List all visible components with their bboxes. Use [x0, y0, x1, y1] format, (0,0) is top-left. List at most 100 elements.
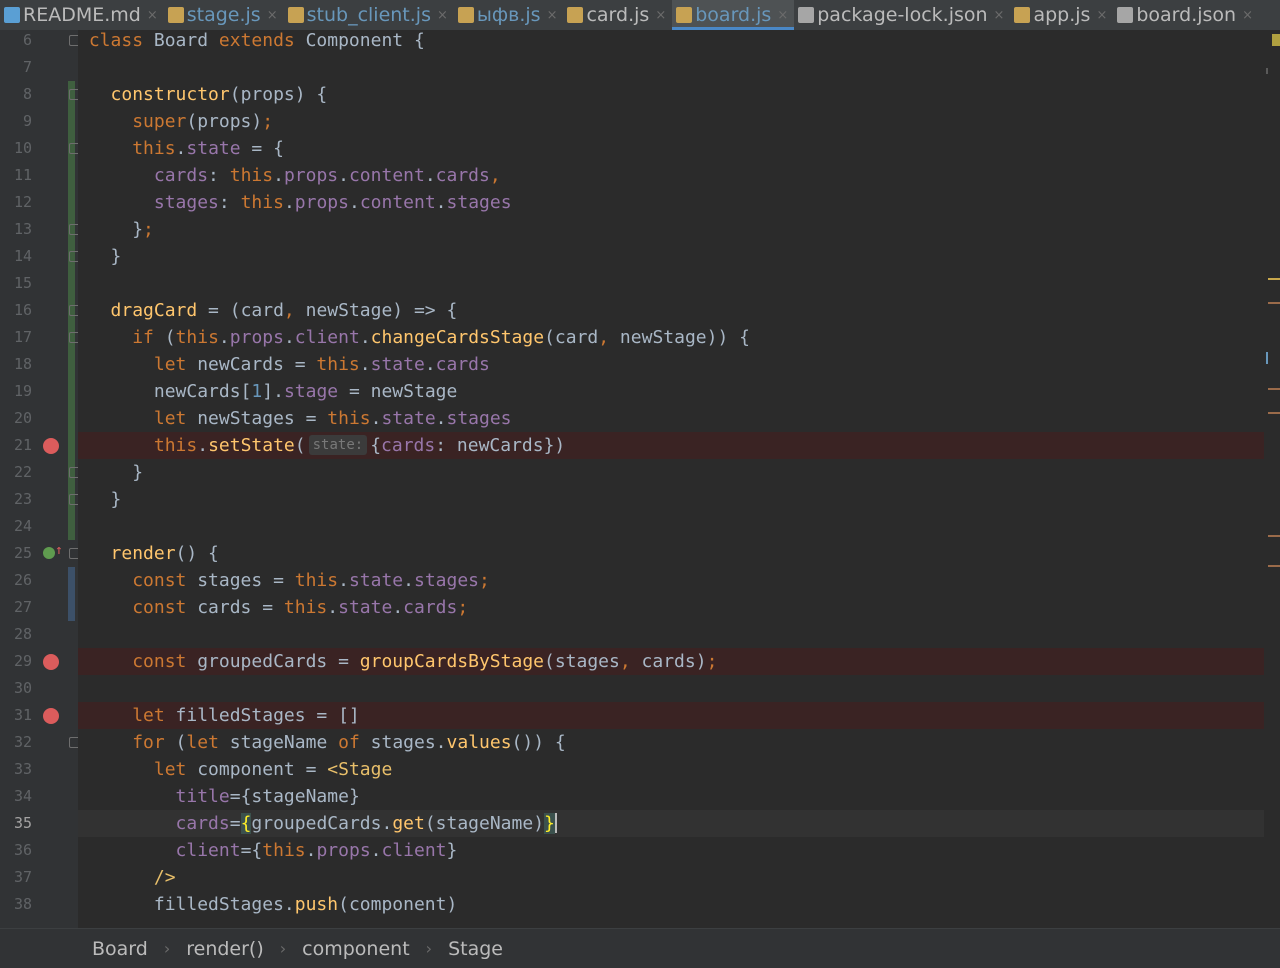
- close-icon[interactable]: ×: [1096, 8, 1107, 23]
- close-icon[interactable]: ×: [147, 8, 158, 23]
- marker[interactable]: [1268, 412, 1280, 414]
- code-line[interactable]: const stages = this.state.stages;: [78, 567, 1264, 594]
- tab-board-js[interactable]: board.js ×: [672, 0, 795, 30]
- tab-package-lock-json[interactable]: package-lock.json ×: [794, 0, 1010, 30]
- line-number[interactable]: 7: [0, 54, 32, 81]
- line-number[interactable]: 34: [0, 783, 32, 810]
- line-number[interactable]: 24: [0, 513, 32, 540]
- line-number[interactable]: 21: [0, 432, 32, 459]
- breadcrumb-class[interactable]: Board: [92, 938, 148, 960]
- marker[interactable]: [1272, 34, 1280, 46]
- code-line[interactable]: newCards[1].stage = newStage: [78, 378, 1264, 405]
- code-line[interactable]: const cards = this.state.cards;: [78, 594, 1264, 621]
- code-line[interactable]: }: [78, 459, 1264, 486]
- code-line[interactable]: cards: this.props.content.cards,: [78, 162, 1264, 189]
- close-icon[interactable]: ×: [267, 8, 278, 23]
- fold-icon[interactable]: [69, 737, 78, 748]
- line-number[interactable]: 13: [0, 216, 32, 243]
- code-line[interactable]: let component = <Stage: [78, 756, 1264, 783]
- code-line[interactable]: [78, 270, 1264, 297]
- marker[interactable]: [1268, 302, 1280, 304]
- code-line[interactable]: if (this.props.client.changeCardsStage(c…: [78, 324, 1264, 351]
- line-number[interactable]: 11: [0, 162, 32, 189]
- tab-app-js[interactable]: app.js ×: [1010, 0, 1113, 30]
- fold-icon[interactable]: [69, 494, 78, 505]
- line-number[interactable]: 18: [0, 351, 32, 378]
- tab-board-json[interactable]: board.json ×: [1113, 0, 1259, 30]
- code-line[interactable]: super(props);: [78, 108, 1264, 135]
- code-line[interactable]: stages: this.props.content.stages: [78, 189, 1264, 216]
- marker[interactable]: [1268, 565, 1280, 567]
- code-line[interactable]: render() {: [78, 540, 1264, 567]
- line-number[interactable]: 8: [0, 81, 32, 108]
- tab-stub-client-js[interactable]: stub_client.js ×: [284, 0, 454, 30]
- line-number[interactable]: 31: [0, 702, 32, 729]
- line-number[interactable]: 28: [0, 621, 32, 648]
- marker[interactable]: [1266, 352, 1268, 364]
- marker[interactable]: [1268, 388, 1280, 390]
- line-number[interactable]: 32: [0, 729, 32, 756]
- line-number[interactable]: 38: [0, 891, 32, 918]
- close-icon[interactable]: ×: [437, 8, 448, 23]
- fold-icon[interactable]: [69, 224, 78, 235]
- tab-card-js[interactable]: card.js ×: [563, 0, 672, 30]
- code-line[interactable]: let newCards = this.state.cards: [78, 351, 1264, 378]
- breakpoint-icon[interactable]: [43, 708, 59, 724]
- line-number[interactable]: 16: [0, 297, 32, 324]
- code-line[interactable]: />: [78, 864, 1264, 891]
- line-number[interactable]: 20: [0, 405, 32, 432]
- code-editor[interactable]: class Board extends Component { construc…: [78, 30, 1264, 928]
- code-line[interactable]: this.setState(state: {cards: newCards}): [78, 432, 1264, 459]
- marker[interactable]: [1268, 278, 1280, 280]
- vcs-change-marker[interactable]: [68, 567, 75, 621]
- breakpoint-icon[interactable]: [43, 654, 59, 670]
- tab-stage-js[interactable]: stage.js ×: [164, 0, 284, 30]
- line-number[interactable]: 37: [0, 864, 32, 891]
- line-number[interactable]: 10: [0, 135, 32, 162]
- code-line[interactable]: constructor(props) {: [78, 81, 1264, 108]
- line-number[interactable]: 23: [0, 486, 32, 513]
- code-line[interactable]: client={this.props.client}: [78, 837, 1264, 864]
- editor-gutter[interactable]: 6 7 8 9 10 11 12 13 14 15 16 17 18 19 20 21 22 23 24 25 ↑ 26 2…: [0, 30, 78, 928]
- code-line[interactable]: filledStages.push(component): [78, 891, 1264, 918]
- line-number[interactable]: 29: [0, 648, 32, 675]
- fold-icon[interactable]: [69, 548, 78, 559]
- tab-readme-md[interactable]: README.md ×: [0, 0, 164, 30]
- code-line[interactable]: }: [78, 486, 1264, 513]
- line-number[interactable]: 15: [0, 270, 32, 297]
- code-line[interactable]: class Board extends Component {: [78, 30, 1264, 54]
- line-number[interactable]: 35: [0, 810, 32, 837]
- marker[interactable]: [1266, 68, 1268, 74]
- line-number[interactable]: 25: [0, 540, 32, 567]
- override-method-icon[interactable]: [43, 547, 55, 559]
- code-line[interactable]: dragCard = (card, newStage) => {: [78, 297, 1264, 324]
- code-line[interactable]: title={stageName}: [78, 783, 1264, 810]
- line-number[interactable]: 27: [0, 594, 32, 621]
- line-number[interactable]: 12: [0, 189, 32, 216]
- close-icon[interactable]: ×: [655, 8, 666, 23]
- breadcrumb-element[interactable]: Stage: [448, 938, 503, 960]
- code-line[interactable]: cards={groupedCards.get(stageName)}: [78, 810, 1264, 837]
- close-icon[interactable]: ×: [994, 8, 1005, 23]
- breadcrumb-method[interactable]: render(): [186, 938, 264, 960]
- code-line[interactable]: [78, 54, 1264, 81]
- code-line[interactable]: }: [78, 243, 1264, 270]
- line-number[interactable]: 30: [0, 675, 32, 702]
- code-line[interactable]: [78, 621, 1264, 648]
- fold-icon[interactable]: [69, 251, 78, 262]
- fold-icon[interactable]: [69, 305, 78, 316]
- fold-icon[interactable]: [69, 332, 78, 343]
- fold-icon[interactable]: [69, 467, 78, 478]
- code-line[interactable]: };: [78, 216, 1264, 243]
- line-number[interactable]: 17: [0, 324, 32, 351]
- code-line[interactable]: for (let stageName of stages.values()) {: [78, 729, 1264, 756]
- fold-icon[interactable]: [69, 89, 78, 100]
- line-number[interactable]: 14: [0, 243, 32, 270]
- fold-icon[interactable]: [69, 35, 78, 46]
- close-icon[interactable]: ×: [777, 8, 788, 23]
- code-line[interactable]: [78, 675, 1264, 702]
- line-number[interactable]: 22: [0, 459, 32, 486]
- line-number[interactable]: 9: [0, 108, 32, 135]
- fold-icon[interactable]: [69, 143, 78, 154]
- line-number[interactable]: 36: [0, 837, 32, 864]
